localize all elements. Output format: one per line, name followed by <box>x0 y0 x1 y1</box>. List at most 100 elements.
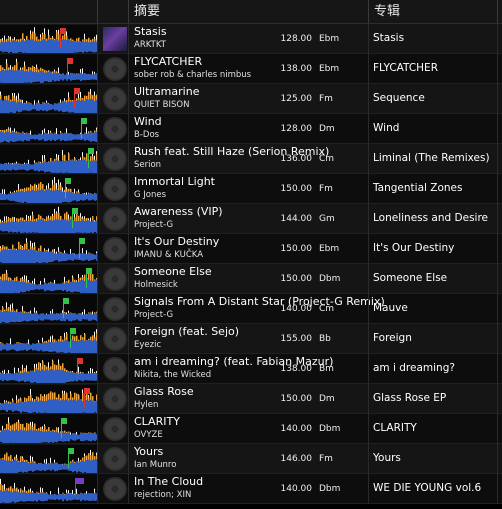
waveform-preview[interactable] <box>0 355 97 383</box>
disc-placeholder-icon <box>103 417 127 441</box>
column-header-extra[interactable] <box>497 0 502 23</box>
waveform-preview[interactable] <box>0 205 97 233</box>
column-divider <box>128 234 129 264</box>
column-divider <box>128 354 129 384</box>
waveform-preview[interactable] <box>0 475 97 503</box>
track-album: CLARITY <box>373 422 417 434</box>
waveform-preview[interactable] <box>0 415 97 443</box>
disc-placeholder-icon <box>103 327 127 351</box>
column-header-album[interactable]: 专辑 <box>368 0 497 23</box>
track-row[interactable]: Yours Ian Munro 146.00 Fm Yours <box>0 444 502 474</box>
column-divider <box>97 294 98 324</box>
track-title: In The Cloud <box>134 475 204 488</box>
column-header-summary[interactable]: 摘要 <box>128 0 368 23</box>
track-row[interactable]: In The Cloud rejection; XIN 140.00 Dbm WE DI… <box>0 474 502 504</box>
column-header-artwork[interactable] <box>97 0 128 23</box>
column-divider <box>97 114 98 144</box>
waveform-preview[interactable] <box>0 385 97 413</box>
waveform-preview[interactable] <box>0 235 97 263</box>
column-divider <box>368 414 369 444</box>
waveform-preview[interactable] <box>0 295 97 323</box>
track-key: Fm <box>319 454 333 464</box>
track-bpm: 144.00 <box>280 214 313 224</box>
track-artist: IMANU & KUČKA <box>134 250 204 260</box>
waveform-preview[interactable] <box>0 55 97 83</box>
track-row[interactable]: FLYCATCHER sober rob & charles nimbus 138.… <box>0 54 502 84</box>
column-divider <box>97 414 98 444</box>
track-bpm: 150.00 <box>280 394 313 404</box>
column-divider <box>128 264 129 294</box>
track-album: FLYCATCHER <box>373 62 438 74</box>
track-row[interactable]: am i dreaming? (feat. Fabian Mazur) Nikit… <box>0 354 502 384</box>
track-album: Glass Rose EP <box>373 392 447 404</box>
waveform-preview[interactable] <box>0 145 97 173</box>
track-bpm: 138.00 <box>280 364 313 374</box>
track-title: Awareness (VIP) <box>134 205 223 218</box>
track-album: WE DIE YOUNG vol.6 <box>373 482 482 494</box>
column-divider <box>128 324 129 354</box>
column-divider <box>128 444 129 474</box>
column-divider <box>128 414 129 444</box>
track-album: Loneliness and Desire <box>373 212 489 224</box>
track-row[interactable]: CLARITY OVYZE 140.00 Dbm CLARITY <box>0 414 502 444</box>
track-title: Foreign (feat. Sejo) <box>134 325 240 338</box>
track-album: am i dreaming? <box>373 362 455 374</box>
track-row[interactable]: Wind B-Dos 128.00 Dm Wind <box>0 114 502 144</box>
column-header-preview[interactable] <box>0 0 97 23</box>
waveform-preview[interactable] <box>0 115 97 143</box>
track-row[interactable]: It's Our Destiny IMANU & KUČKA 150.00 Ebm It… <box>0 234 502 264</box>
track-row[interactable]: Foreign (feat. Sejo) Eyezic 155.00 Bb Foreig… <box>0 324 502 354</box>
track-row[interactable]: Signals From A Distant Star (Project-G R… <box>0 294 502 324</box>
waveform-preview[interactable] <box>0 325 97 353</box>
track-row[interactable]: Someone Else Holmesick 150.00 Dbm Someone El… <box>0 264 502 294</box>
disc-placeholder-icon <box>103 297 127 321</box>
track-album: Yours <box>373 452 401 464</box>
column-divider <box>97 264 98 294</box>
track-title: It's Our Destiny <box>134 235 220 248</box>
waveform-preview[interactable] <box>0 25 97 53</box>
column-divider <box>497 84 498 114</box>
track-bpm: 128.00 <box>280 124 313 134</box>
column-divider <box>368 24 369 54</box>
track-artist: Serion <box>134 160 162 170</box>
track-row[interactable]: Rush feat. Still Haze (Serion Remix) Seri… <box>0 144 502 174</box>
track-title: FLYCATCHER <box>134 55 203 68</box>
track-bpm: 146.00 <box>280 454 313 464</box>
track-title: Immortal Light <box>134 175 215 188</box>
column-divider <box>128 144 129 174</box>
column-divider <box>497 24 498 54</box>
column-divider <box>128 24 129 54</box>
disc-placeholder-icon <box>103 357 127 381</box>
track-key: Bm <box>319 364 334 374</box>
track-album: Liminal (The Remixes) <box>373 152 490 164</box>
waveform-preview[interactable] <box>0 445 97 473</box>
column-divider <box>97 384 98 414</box>
track-album: Sequence <box>373 92 425 104</box>
disc-placeholder-icon <box>103 177 127 201</box>
track-title: Wind <box>134 115 162 128</box>
disc-placeholder-icon <box>103 477 127 501</box>
track-album: It's Our Destiny <box>373 242 455 254</box>
track-row[interactable]: Awareness (VIP) Project-G 144.00 Gm Loneline… <box>0 204 502 234</box>
disc-placeholder-icon <box>103 237 127 261</box>
waveform-preview[interactable] <box>0 85 97 113</box>
track-title: Ultramarine <box>134 85 200 98</box>
track-artist: Project-G <box>134 220 174 230</box>
column-divider <box>128 54 129 84</box>
track-artist: Hylen <box>134 400 159 410</box>
column-divider <box>497 474 498 504</box>
track-key: Dbm <box>319 274 341 284</box>
track-row[interactable]: Glass Rose Hylen 150.00 Dm Glass Rose EP <box>0 384 502 414</box>
track-row[interactable]: Ultramarine QUIET BISON 125.00 Fm Sequence <box>0 84 502 114</box>
column-divider <box>128 114 129 144</box>
track-row[interactable]: Stasis ARKTKT 128.00 Ebm Stasis <box>0 24 502 54</box>
waveform-preview[interactable] <box>0 265 97 293</box>
track-row[interactable]: Immortal Light G Jones 150.00 Fm Tangential … <box>0 174 502 204</box>
waveform-preview[interactable] <box>0 175 97 203</box>
column-divider <box>368 444 369 474</box>
track-artist: QUIET BISON <box>134 100 190 110</box>
column-divider <box>497 444 498 474</box>
column-divider <box>128 204 129 234</box>
disc-placeholder-icon <box>103 387 127 411</box>
track-key: Dm <box>319 394 335 404</box>
